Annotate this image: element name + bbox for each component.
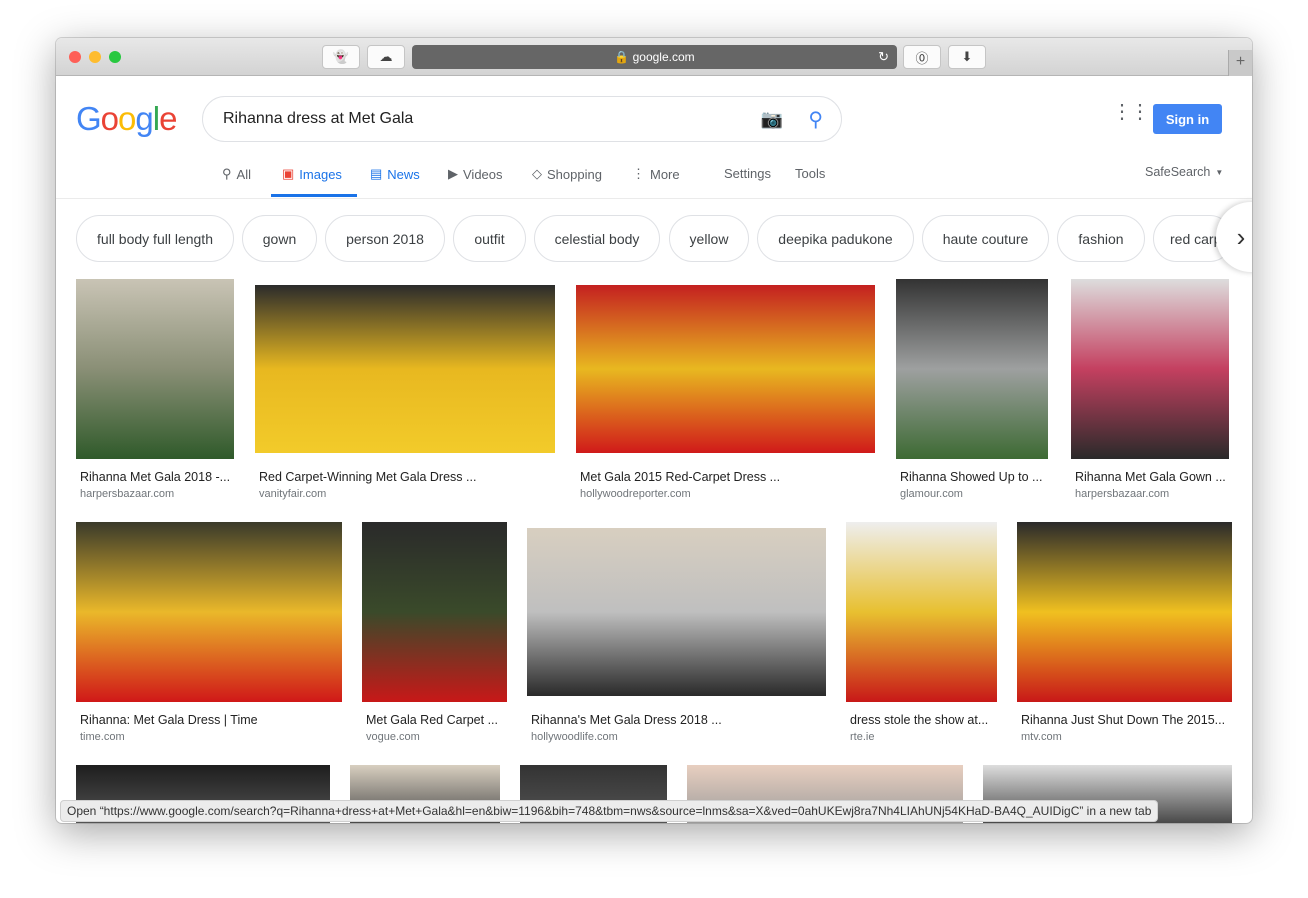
result-source: rte.ie — [850, 731, 875, 743]
query-text: Rihanna dress at Met Gala — [223, 110, 414, 127]
tab-label: More — [650, 166, 680, 182]
result-title[interactable]: Met Gala 2015 Red-Carpet Dress ... — [580, 470, 879, 484]
chip[interactable]: haute couture — [922, 215, 1049, 262]
zoom-button[interactable] — [109, 51, 121, 63]
chip[interactable]: outfit — [453, 215, 526, 262]
image-thumbnail[interactable] — [1071, 279, 1229, 459]
search-icon[interactable]: ⚲ — [808, 107, 823, 132]
settings-link[interactable]: Settings — [724, 166, 771, 181]
chip[interactable]: gown — [242, 215, 317, 262]
result-title[interactable]: Rihanna Just Shut Down The 2015... — [1021, 713, 1236, 727]
tab-images[interactable]: ▣ Images — [282, 166, 342, 182]
chip[interactable]: celestial body — [534, 215, 660, 262]
1password-icon[interactable]: ⓪ — [903, 45, 941, 69]
result-source: harpersbazaar.com — [80, 488, 175, 500]
chip[interactable]: yellow — [669, 215, 749, 262]
image-thumbnail[interactable] — [362, 522, 507, 702]
apps-grid-icon[interactable]: ⋮⋮⋮ — [1112, 102, 1168, 122]
cloud-icon[interactable]: ☁ — [367, 45, 405, 69]
result-title[interactable]: Rihanna Met Gala Gown ... — [1075, 470, 1233, 484]
chip[interactable]: deepika padukone — [757, 215, 914, 262]
tab-label: Shopping — [547, 166, 602, 182]
tab-more[interactable]: ⋮ More — [632, 166, 680, 182]
image-icon: ▣ — [282, 166, 295, 181]
result-title[interactable]: Red Carpet-Winning Met Gala Dress ... — [259, 470, 559, 484]
chevron-right-icon: › — [1236, 221, 1246, 252]
sign-in-button[interactable]: Sign in — [1153, 104, 1222, 134]
tab-label: Videos — [463, 166, 503, 182]
result-title[interactable]: Rihanna Showed Up to ... — [900, 470, 1052, 484]
chip[interactable]: fashion — [1057, 215, 1145, 262]
tab-shopping[interactable]: ◇ Shopping — [532, 166, 602, 182]
tab-videos[interactable]: ▶ Videos — [448, 166, 503, 182]
result-source: vogue.com — [366, 731, 420, 743]
safesearch-dropdown[interactable]: SafeSearch ▼ — [1145, 165, 1223, 179]
status-bar: Open “https://www.google.com/search?q=Ri… — [60, 800, 1159, 822]
chip[interactable]: full body full length — [76, 215, 234, 262]
dots-vertical-icon: ⋮ — [632, 166, 645, 181]
divider — [56, 198, 1252, 199]
title-bar: 👻 ☁ 🔒 google.com ↻ ⓪ ⬇ + — [56, 38, 1252, 76]
image-thumbnail[interactable] — [527, 528, 826, 696]
tools-link[interactable]: Tools — [795, 166, 825, 181]
chips-next-button[interactable]: › — [1216, 202, 1252, 272]
result-source: glamour.com — [900, 488, 963, 500]
tab-all[interactable]: ⚲ All — [222, 166, 251, 182]
result-source: time.com — [80, 731, 125, 743]
result-title[interactable]: Rihanna Met Gala 2018 -... — [80, 470, 238, 484]
address-bar[interactable]: 🔒 google.com ↻ — [412, 45, 897, 69]
safesearch-label: SafeSearch — [1145, 165, 1211, 179]
result-title[interactable]: Rihanna: Met Gala Dress | Time — [80, 713, 346, 727]
result-source: harpersbazaar.com — [1075, 488, 1170, 500]
result-source: hollywoodreporter.com — [580, 488, 691, 500]
result-source: vanityfair.com — [259, 488, 327, 500]
image-thumbnail[interactable] — [846, 522, 997, 702]
tab-label: News — [387, 166, 420, 182]
play-icon: ▶ — [448, 166, 458, 181]
tab-label: All — [236, 166, 251, 182]
result-title[interactable]: Met Gala Red Carpet ... — [366, 713, 511, 727]
image-thumbnail[interactable] — [896, 279, 1048, 459]
image-thumbnail[interactable] — [76, 522, 342, 702]
new-tab-icon[interactable]: + — [1228, 50, 1252, 76]
image-thumbnail[interactable] — [1017, 522, 1232, 702]
reload-icon[interactable]: ↻ — [878, 49, 889, 65]
google-logo[interactable]: Google — [76, 100, 177, 138]
ghost-icon[interactable]: 👻 — [322, 45, 360, 69]
tab-news[interactable]: ▤ News — [370, 166, 420, 182]
browser-window: 👻 ☁ 🔒 google.com ↻ ⓪ ⬇ + Google Rihanna d… — [56, 38, 1252, 823]
tag-icon: ◇ — [532, 166, 542, 181]
minimize-button[interactable] — [89, 51, 101, 63]
close-button[interactable] — [69, 51, 81, 63]
chip[interactable]: person 2018 — [325, 215, 445, 262]
result-title[interactable]: Rihanna's Met Gala Dress 2018 ... — [531, 713, 830, 727]
search-input[interactable]: Rihanna dress at Met Gala 📷 ⚲ — [202, 96, 842, 142]
image-thumbnail[interactable] — [576, 285, 875, 453]
result-source: hollywoodlife.com — [531, 731, 618, 743]
news-icon: ▤ — [370, 166, 383, 181]
lock-icon: 🔒 — [614, 50, 633, 64]
caret-down-icon: ▼ — [1215, 167, 1224, 177]
download-icon[interactable]: ⬇ — [948, 45, 986, 69]
image-thumbnail[interactable] — [255, 285, 555, 453]
url-text: google.com — [632, 50, 695, 64]
result-source: mtv.com — [1021, 731, 1062, 743]
camera-icon[interactable]: 📷 — [761, 109, 783, 130]
active-tab-indicator — [271, 194, 357, 197]
tab-label: Images — [299, 166, 342, 182]
search-icon: ⚲ — [222, 166, 232, 181]
image-thumbnail[interactable] — [76, 279, 234, 459]
result-title[interactable]: dress stole the show at... — [850, 713, 1001, 727]
